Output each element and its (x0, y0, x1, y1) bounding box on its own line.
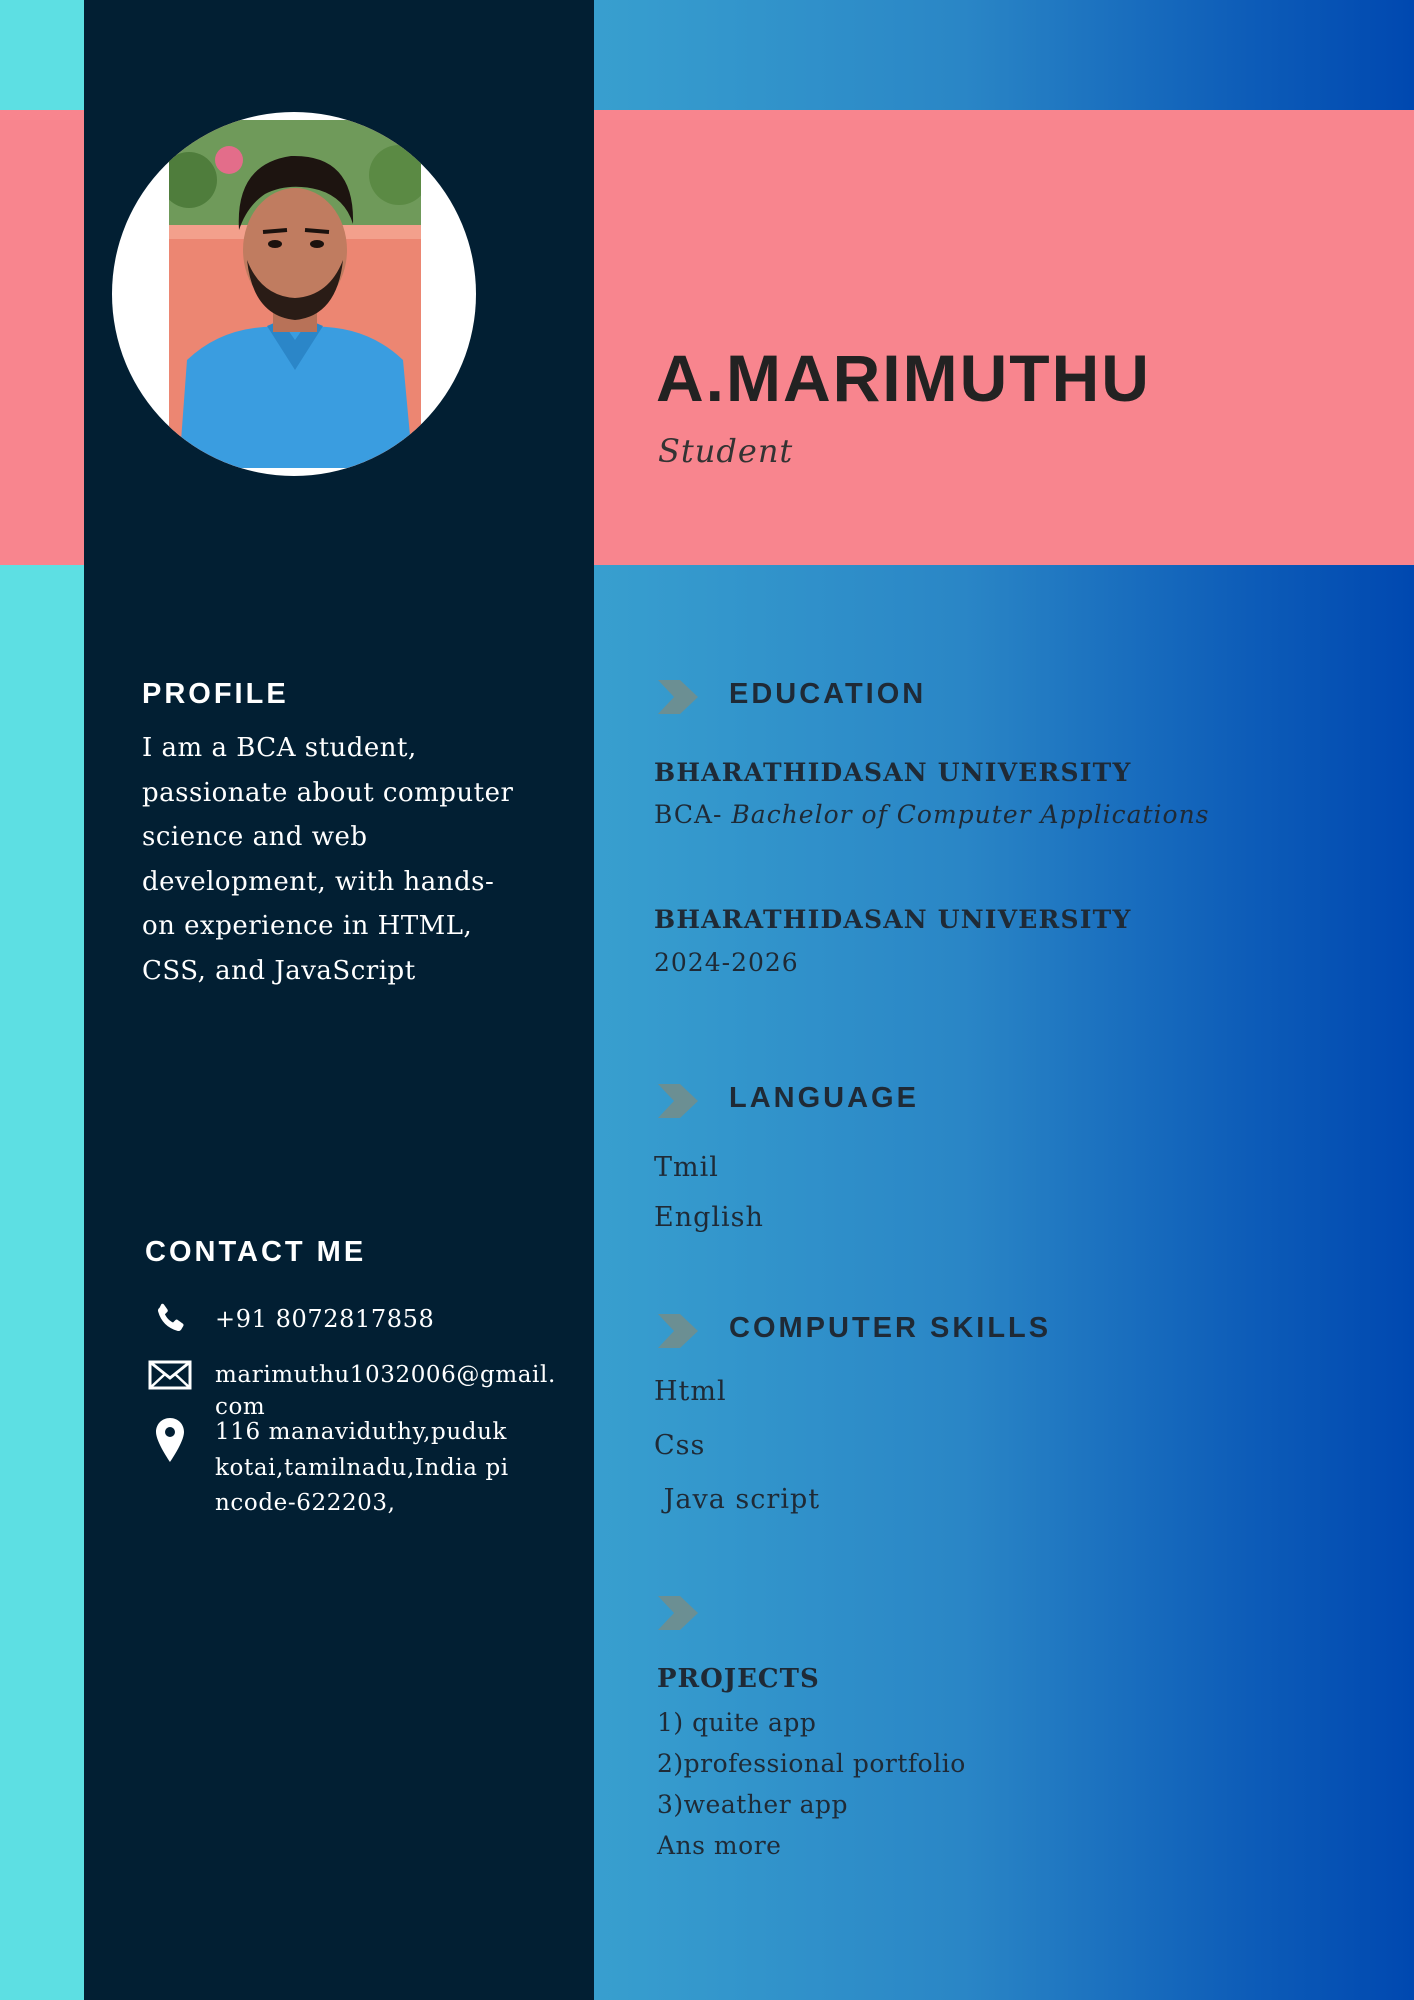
contact-phone: +91 8072817858 (146, 1300, 434, 1340)
project-item: 1) quite app (657, 1708, 817, 1737)
education-heading: EDUCATION (729, 678, 927, 710)
education-years: 2024-2026 (654, 948, 799, 977)
candidate-role: Student (658, 432, 794, 470)
chevron-arrow-icon (658, 1084, 698, 1118)
chevron-arrow-icon (658, 680, 698, 714)
degree-name: Bachelor of Computer Applications (731, 800, 1210, 829)
map-pin-icon (146, 1416, 194, 1462)
chevron-arrow-icon (658, 1314, 698, 1348)
avatar (112, 112, 476, 476)
project-item: Ans more (657, 1831, 782, 1860)
degree-prefix: BCA- (654, 800, 723, 829)
projects-heading: PROJECTS (657, 1664, 820, 1694)
education-institution-2: BHARATHIDASAN UNIVERSITY (654, 905, 1132, 934)
profile-photo (169, 120, 421, 468)
skill-item: Css (654, 1430, 706, 1461)
envelope-icon (146, 1360, 194, 1400)
phone-icon (146, 1300, 194, 1340)
project-item: 2)professional portfolio (657, 1749, 966, 1778)
candidate-name: A.MARIMUTHU (656, 341, 1151, 415)
contact-heading: CONTACT ME (145, 1236, 367, 1268)
contact-address: 116 manaviduthy,pudukkotai,tamilnadu,Ind… (146, 1416, 508, 1516)
email-address: marimuthu1032006@gmail.com (215, 1362, 556, 1420)
address-text: 116 manaviduthy,pudukkotai,tamilnadu,Ind… (215, 1419, 509, 1516)
language-item: English (654, 1202, 764, 1233)
skill-item: Html (654, 1376, 727, 1407)
contact-email: marimuthu1032006@gmail.com (146, 1360, 555, 1420)
skill-item: Java script (654, 1484, 821, 1515)
education-degree: BCA- Bachelor of Computer Applications (654, 800, 1210, 829)
language-heading: LANGUAGE (729, 1082, 919, 1114)
chevron-arrow-icon (658, 1596, 698, 1630)
profile-heading: PROFILE (142, 678, 289, 710)
phone-number: +91 8072817858 (215, 1305, 435, 1333)
project-item: 3)weather app (657, 1790, 849, 1819)
education-institution-1: BHARATHIDASAN UNIVERSITY (654, 758, 1132, 787)
skills-heading: COMPUTER SKILLS (729, 1312, 1052, 1344)
profile-text: I am a BCA student, passionate about com… (142, 733, 514, 986)
language-item: Tmil (654, 1152, 719, 1183)
